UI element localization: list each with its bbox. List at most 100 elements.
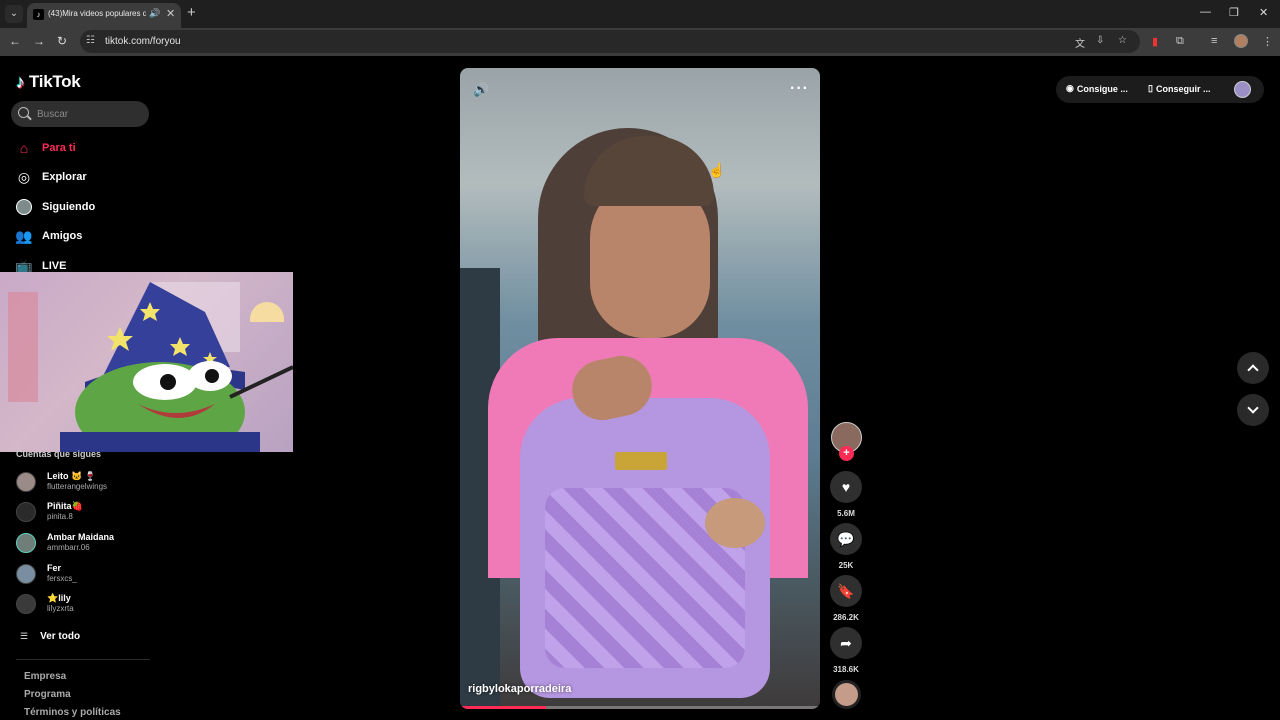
tab-title: (43)Mira videos populares de [48,9,146,18]
tiktok-note-icon: ♪ [16,71,25,92]
account-avatar [16,533,36,553]
account-avatar [16,594,36,614]
following-icon [16,199,32,215]
account-name: Ambar Maidana [47,532,115,542]
follow-plus-icon[interactable]: + [839,446,854,461]
share-icon: ➦ [840,634,852,651]
tab-audio-icon[interactable]: 🔊 [149,8,160,19]
nav-explorar[interactable]: ◎ Explorar [16,167,87,187]
wizard-frog-avatar [60,282,293,452]
get-coins-label: Consigue ... [1076,83,1128,94]
heart-icon: ♥ [841,479,851,495]
browser-menu-icon[interactable]: ⋮ [1262,35,1273,48]
account-name: Piñita🍓 [47,501,83,511]
account-handle: fersxcs_ [47,574,77,583]
user-avatar[interactable] [1234,81,1251,98]
browser-tab-bar: ⌄ ♪ (43)Mira videos populares de 🔊 ✕ + —… [0,0,1280,28]
nav-label: Amigos [42,230,83,242]
comment-count: 25K [838,561,854,570]
back-button[interactable]: ← [9,34,21,48]
comment-button[interactable]: 💬 [830,523,862,555]
account-avatar [16,502,36,522]
chevron-down-icon [1247,402,1259,414]
install-app-icon[interactable]: ⇩ [1096,35,1104,46]
account-handle: pinita.8 [47,512,73,521]
new-tab-button[interactable]: + [187,4,196,22]
media-control-icon[interactable]: ≡ [1211,35,1217,47]
footer-link-terminos[interactable]: Términos y políticas [24,707,121,718]
like-button[interactable]: ♥ [830,471,862,503]
nav-label: Siguiendo [42,201,96,213]
tab-close-icon[interactable]: ✕ [166,7,175,20]
account-handle: lilyzxrta [47,604,74,613]
see-all-label: Ver todo [40,630,81,642]
top-actions-pill: ◉ Consigue ... ▯ Conseguir ... [1056,76,1264,103]
get-coins-button[interactable]: ◉ Consigue ... [1066,83,1128,94]
video-progress-fill [460,706,547,709]
restore-button[interactable]: ❐ [1229,6,1239,19]
list-icon: ☰ [20,630,29,641]
video-scene-pompom [705,498,765,548]
browser-toolbar: ← → ↻ ☷ tiktok.com/foryou 文 ⇩ ☆ ▮ ⧉ ≡ ⋮ [0,28,1280,56]
save-count: 286.2K [833,613,859,622]
search-input[interactable] [37,105,142,123]
more-options-icon[interactable]: ··· [790,80,809,98]
like-count: 5.6M [837,509,855,518]
bookmark-star-icon[interactable]: ☆ [1118,35,1127,46]
translate-icon[interactable]: 文 [1075,35,1085,50]
extension-record-icon[interactable]: ▮ [1152,35,1158,48]
following-section-title: Cuentas que sigues [16,449,102,459]
music-disc-avatar[interactable] [832,680,861,709]
video-player[interactable]: 🔊 ··· rigbylokaporradeira [460,68,820,709]
chevron-up-icon [1247,364,1259,376]
account-avatar [16,472,36,492]
footer-link-programa[interactable]: Programa [24,689,71,700]
footer-link-empresa[interactable]: Empresa [24,671,66,682]
logo-text: TikTok [29,72,81,91]
phone-icon: ▯ [1148,83,1153,93]
previous-video-button[interactable] [1237,352,1269,384]
tiktok-logo[interactable]: ♪ TikTok [16,71,81,93]
video-scene-backpack [520,398,770,698]
account-avatar [16,564,36,584]
forward-button[interactable]: → [33,34,45,48]
share-count: 318.6K [833,665,859,674]
tiktok-favicon-icon: ♪ [33,9,44,20]
save-button[interactable]: 🔖 [830,575,862,607]
account-handle: flutterangelwings [47,482,108,491]
friends-icon: 👥 [15,227,33,244]
nav-para-ti[interactable]: ⌂ Para ti [16,138,76,158]
search-box[interactable] [11,101,149,127]
tab-search-button[interactable]: ⌄ [5,5,23,23]
profile-avatar[interactable] [1234,34,1248,48]
nav-siguiendo[interactable]: Siguiendo [16,197,95,217]
video-progress-bar[interactable] [460,706,820,709]
site-info-icon[interactable]: ☷ [86,35,95,46]
get-app-label: Conseguir ... [1155,83,1211,94]
share-button[interactable]: ➦ [830,627,862,659]
nav-label: Para ti [42,142,76,154]
video-author[interactable]: rigbylokaporradeira [468,683,571,695]
get-app-button[interactable]: ▯ Conseguir ... [1148,83,1210,94]
account-name: Leito 🐱 🍷 [47,471,96,481]
next-video-button[interactable] [1237,394,1269,426]
browser-tab[interactable]: ♪ (43)Mira videos populares de 🔊 ✕ [27,3,181,28]
comment-icon: 💬 [837,530,855,547]
search-icon [18,107,29,118]
address-bar[interactable]: ☷ tiktok.com/foryou 文 ⇩ ☆ [80,30,1140,53]
volume-icon[interactable]: 🔊 [473,82,489,98]
webcam-overlay [0,272,293,452]
compass-icon: ◎ [17,168,31,185]
nav-label: LIVE [42,260,67,272]
bookmark-icon: 🔖 [837,582,855,599]
nav-amigos[interactable]: 👥 Amigos [15,226,83,246]
home-icon: ⌂ [19,140,29,156]
extensions-puzzle-icon[interactable]: ⧉ [1176,35,1184,48]
see-all-link[interactable]: ☰ Ver todo [20,629,80,643]
account-handle: ammbarr.06 [47,543,90,552]
reload-button[interactable]: ↻ [57,34,67,48]
address-url: tiktok.com/foryou [105,36,181,47]
backpack-label [615,452,667,470]
minimize-button[interactable]: — [1200,6,1211,18]
close-window-button[interactable]: ✕ [1259,6,1268,19]
